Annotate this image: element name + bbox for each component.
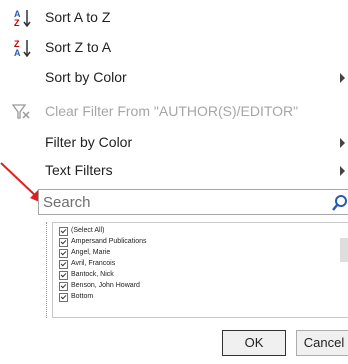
ok-button[interactable]: OK bbox=[222, 330, 286, 356]
sort-z-to-a-label: Sort Z to A bbox=[45, 39, 112, 55]
checkbox[interactable] bbox=[59, 227, 68, 236]
cancel-button[interactable]: Cancel bbox=[296, 330, 348, 356]
checkbox[interactable] bbox=[59, 260, 68, 269]
sort-z-to-a-item[interactable]: Z A Sort Z to A bbox=[0, 33, 348, 63]
sort-descending-icon: Z A bbox=[14, 39, 31, 58]
sort-a-to-z-label: Sort A to Z bbox=[45, 9, 111, 25]
list-item-label: Angel, Marie bbox=[71, 249, 111, 256]
filter-by-color-label: Filter by Color bbox=[45, 134, 133, 150]
filter-by-color-item[interactable]: Filter by Color bbox=[0, 128, 348, 158]
checkbox[interactable] bbox=[59, 293, 68, 302]
checkbox[interactable] bbox=[59, 282, 68, 291]
clear-filter-label: Clear Filter From "AUTHOR(S)/EDITOR" bbox=[45, 103, 299, 119]
search-box bbox=[38, 189, 348, 215]
filter-values-list[interactable]: (Select All) Ampersand Publications Ange… bbox=[52, 222, 348, 318]
sort-by-color-item[interactable]: Sort by Color bbox=[0, 63, 348, 93]
list-item-label: Benson, John Howard bbox=[71, 282, 140, 289]
checkbox[interactable] bbox=[59, 249, 68, 258]
text-filters-label: Text Filters bbox=[45, 162, 113, 178]
list-item-label: (Select All) bbox=[71, 227, 105, 234]
sort-a-to-z-item[interactable]: A Z Sort A to Z bbox=[0, 3, 348, 33]
list-item-label: Avril, Francois bbox=[71, 260, 116, 267]
checkbox[interactable] bbox=[59, 271, 68, 280]
clear-filter-icon bbox=[11, 104, 30, 119]
list-item-label: Bottom bbox=[71, 293, 94, 300]
clear-filter-item: Clear Filter From "AUTHOR(S)/EDITOR" bbox=[0, 97, 348, 127]
search-input[interactable] bbox=[43, 192, 323, 212]
text-filters-item[interactable]: Text Filters bbox=[0, 156, 348, 186]
submenu-arrow-icon bbox=[340, 73, 345, 83]
svg-text:A: A bbox=[14, 48, 21, 58]
list-item-label: Ampersand Publications bbox=[71, 238, 147, 245]
tree-guide-line bbox=[46, 222, 51, 318]
checkbox[interactable] bbox=[59, 238, 68, 247]
submenu-arrow-icon bbox=[340, 166, 345, 176]
list-scrollbar-thumb[interactable] bbox=[340, 238, 348, 262]
sort-by-color-label: Sort by Color bbox=[45, 69, 127, 85]
list-item-label: Bantock, Nick bbox=[71, 271, 114, 278]
sort-ascending-icon: A Z bbox=[14, 9, 31, 28]
submenu-arrow-icon bbox=[340, 138, 345, 148]
filter-dropdown-menu: A Z Sort A to Z Z A Sort Z to A Sort by … bbox=[0, 0, 348, 364]
search-icon[interactable] bbox=[332, 194, 348, 212]
svg-text:Z: Z bbox=[14, 18, 20, 28]
